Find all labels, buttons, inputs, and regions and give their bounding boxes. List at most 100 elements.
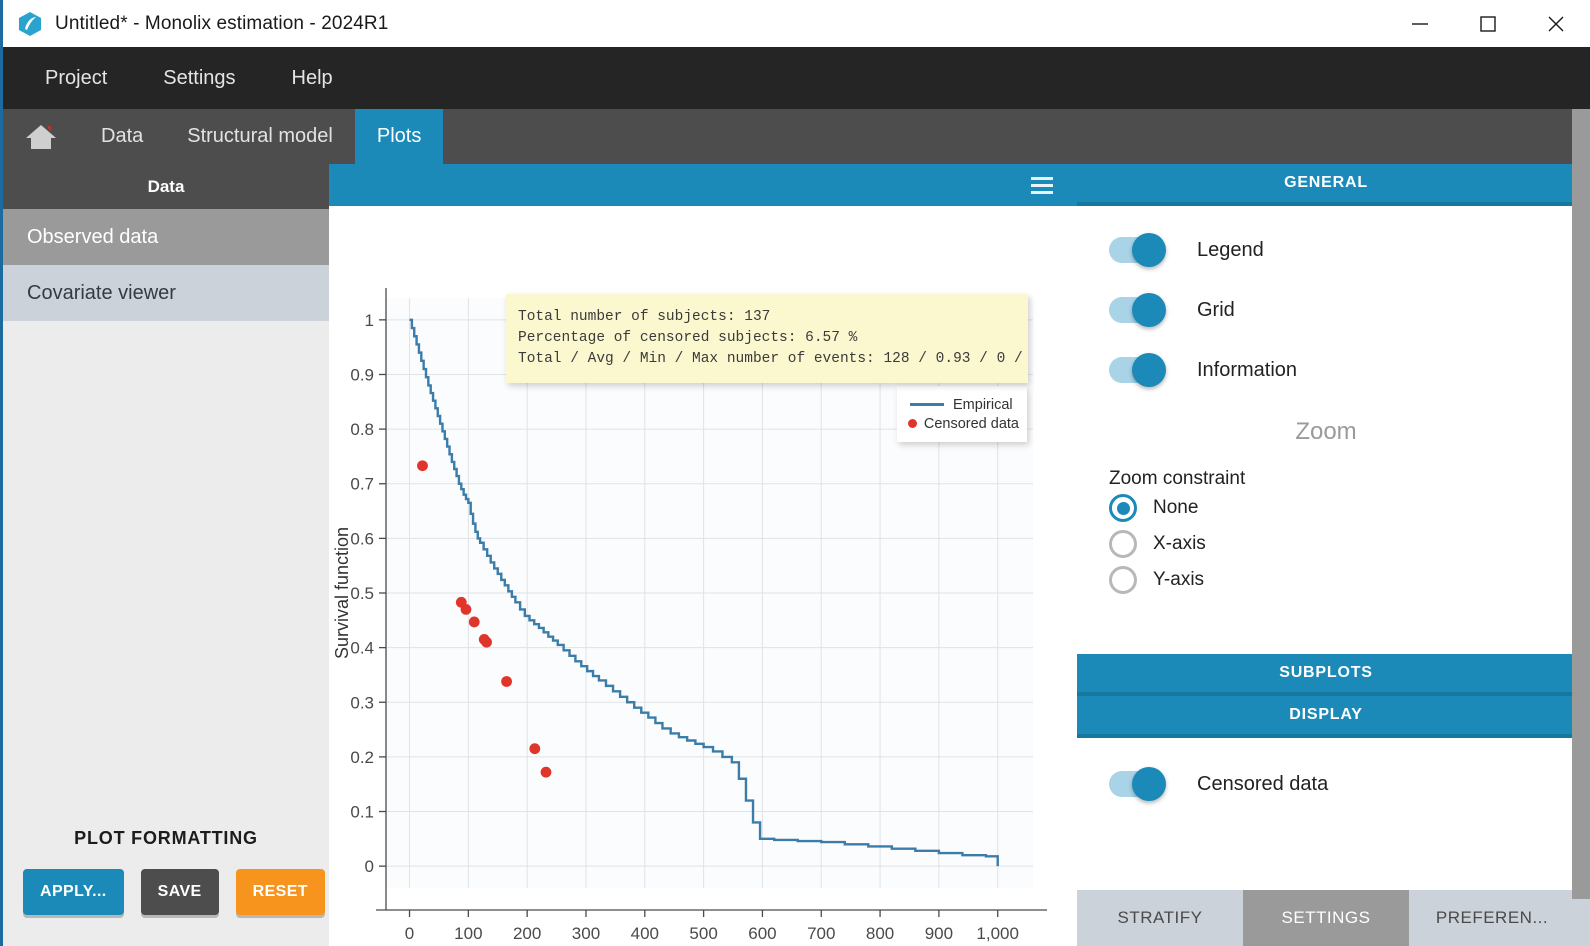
- settings-bottom-tabs: STRATIFY SETTINGS PREFEREN...: [1077, 890, 1575, 946]
- tab-stratify[interactable]: STRATIFY: [1077, 890, 1243, 946]
- display-section-body: Censored data: [1077, 738, 1575, 814]
- section-header-subplots[interactable]: SUBPLOTS: [1077, 654, 1575, 696]
- information-toggle[interactable]: [1109, 357, 1165, 383]
- radio-row-x-axis: X-axis: [1109, 526, 1575, 562]
- svg-text:500: 500: [689, 924, 717, 943]
- tab-plots[interactable]: Plots: [355, 109, 443, 164]
- svg-text:0.4: 0.4: [350, 639, 374, 658]
- plot-formatting-section: PLOT FORMATTING APPLY... SAVE RESET: [3, 796, 329, 946]
- close-button[interactable]: [1522, 0, 1590, 47]
- sidebar-item-label: Observed data: [27, 226, 158, 249]
- plot-area: 00.10.20.30.40.50.60.70.80.9101002003004…: [329, 206, 1077, 946]
- svg-text:0: 0: [365, 857, 374, 876]
- svg-text:400: 400: [631, 924, 659, 943]
- toggle-label: Legend: [1197, 239, 1264, 262]
- plot-formatting-title: PLOT FORMATTING: [3, 828, 329, 849]
- hamburger-menu-icon[interactable]: [1031, 173, 1053, 198]
- radio-row-y-axis: Y-axis: [1109, 562, 1575, 598]
- toggle-row-information: Information: [1109, 340, 1575, 400]
- svg-text:700: 700: [807, 924, 835, 943]
- svg-text:600: 600: [748, 924, 776, 943]
- info-line-1: Total number of subjects: 137: [518, 307, 1028, 328]
- toggle-row-grid: Grid: [1109, 280, 1575, 340]
- svg-text:100: 100: [454, 924, 482, 943]
- vertical-scrollbar[interactable]: [1572, 109, 1590, 899]
- svg-text:1: 1: [365, 311, 374, 330]
- vertical-scrollbar-track[interactable]: [1572, 899, 1590, 946]
- svg-text:0.6: 0.6: [350, 529, 374, 548]
- legend-label: Censored data: [924, 416, 1019, 432]
- svg-text:Survival function: Survival function: [332, 527, 352, 659]
- svg-text:0.9: 0.9: [350, 365, 374, 384]
- info-line-2: Percentage of censored subjects: 6.57 %: [518, 328, 1028, 349]
- legend-line-icon: [907, 403, 947, 406]
- sidebar-item-observed-data[interactable]: Observed data: [3, 209, 329, 265]
- radio-row-none: None: [1109, 490, 1575, 526]
- svg-text:900: 900: [925, 924, 953, 943]
- zoom-constraint-label: Zoom constraint: [1109, 468, 1575, 490]
- minimize-button[interactable]: [1386, 0, 1454, 47]
- apply-button[interactable]: APPLY...: [23, 869, 124, 915]
- save-button[interactable]: SAVE: [141, 869, 219, 915]
- toggle-label: Censored data: [1197, 773, 1328, 796]
- svg-text:0.1: 0.1: [350, 803, 374, 822]
- censored-data-toggle[interactable]: [1109, 771, 1165, 797]
- main-tab-bar: Data Structural model Plots: [3, 109, 1590, 164]
- info-line-3: Total / Avg / Min / Max number of events…: [518, 349, 1028, 370]
- tab-settings[interactable]: SETTINGS: [1243, 890, 1409, 946]
- radio-label: X-axis: [1153, 533, 1206, 555]
- radio-label: None: [1153, 497, 1198, 519]
- radio-label: Y-axis: [1153, 569, 1204, 591]
- left-sidebar: Data Observed data Covariate viewer PLOT…: [3, 164, 329, 946]
- grid-toggle[interactable]: [1109, 297, 1165, 323]
- tab-preferences[interactable]: PREFEREN...: [1409, 890, 1575, 946]
- svg-text:0.2: 0.2: [350, 748, 374, 767]
- sidebar-item-label: Covariate viewer: [27, 282, 176, 305]
- application-window: Untitled* - Monolix estimation - 2024R1 …: [0, 0, 1590, 946]
- tab-structural-model[interactable]: Structural model: [165, 109, 355, 164]
- section-header-display[interactable]: DISPLAY: [1077, 696, 1575, 738]
- menu-item-help[interactable]: Help: [270, 47, 355, 109]
- plot-formatting-buttons: APPLY... SAVE RESET: [3, 869, 329, 915]
- monolix-hexagon-icon: [17, 11, 43, 37]
- section-header-general[interactable]: GENERAL: [1077, 164, 1575, 206]
- sidebar-item-covariate-viewer[interactable]: Covariate viewer: [3, 265, 329, 321]
- svg-text:0: 0: [405, 924, 414, 943]
- maximize-button[interactable]: [1454, 0, 1522, 47]
- legend-entry-censored: Censored data: [907, 414, 1019, 433]
- svg-text:200: 200: [513, 924, 541, 943]
- title-bar: Untitled* - Monolix estimation - 2024R1: [3, 0, 1590, 47]
- toggle-row-censored-data: Censored data: [1109, 754, 1575, 814]
- zoom-constraint-x-axis-radio[interactable]: [1109, 530, 1137, 558]
- zoom-constraint-y-axis-radio[interactable]: [1109, 566, 1137, 594]
- plot-information-box: Total number of subjects: 137 Percentage…: [506, 294, 1028, 383]
- window-title: Untitled* - Monolix estimation - 2024R1: [55, 13, 388, 35]
- tab-data[interactable]: Data: [79, 109, 165, 164]
- plot-legend: Empirical Censored data: [897, 386, 1027, 442]
- toggle-label: Grid: [1197, 299, 1235, 322]
- menu-item-settings[interactable]: Settings: [141, 47, 257, 109]
- window-controls: [1386, 0, 1590, 47]
- toggle-row-legend: Legend: [1109, 220, 1575, 280]
- legend-entry-empirical: Empirical: [907, 395, 1019, 414]
- zoom-title: Zoom: [1109, 418, 1575, 446]
- legend-label: Empirical: [953, 397, 1013, 413]
- zoom-constraint-none-radio[interactable]: [1109, 494, 1137, 522]
- home-icon[interactable]: [3, 109, 79, 164]
- svg-text:0.3: 0.3: [350, 693, 374, 712]
- settings-panel: GENERAL Legend Grid Information Zoom Zoo…: [1077, 164, 1575, 946]
- toggle-label: Information: [1197, 359, 1297, 382]
- sidebar-header: Data: [3, 164, 329, 209]
- svg-text:0.5: 0.5: [350, 584, 374, 603]
- menu-bar: Project Settings Help: [3, 47, 1590, 109]
- svg-text:0.7: 0.7: [350, 475, 374, 494]
- plot-panel: 00.10.20.30.40.50.60.70.80.9101002003004…: [329, 164, 1077, 946]
- svg-text:1,000: 1,000: [976, 924, 1019, 943]
- legend-dot-icon: [907, 419, 918, 428]
- reset-button[interactable]: RESET: [236, 869, 325, 915]
- general-section-body: Legend Grid Information Zoom Zoom constr…: [1077, 206, 1575, 654]
- legend-toggle[interactable]: [1109, 237, 1165, 263]
- svg-text:0.8: 0.8: [350, 420, 374, 439]
- menu-item-project[interactable]: Project: [23, 47, 129, 109]
- svg-text:800: 800: [866, 924, 894, 943]
